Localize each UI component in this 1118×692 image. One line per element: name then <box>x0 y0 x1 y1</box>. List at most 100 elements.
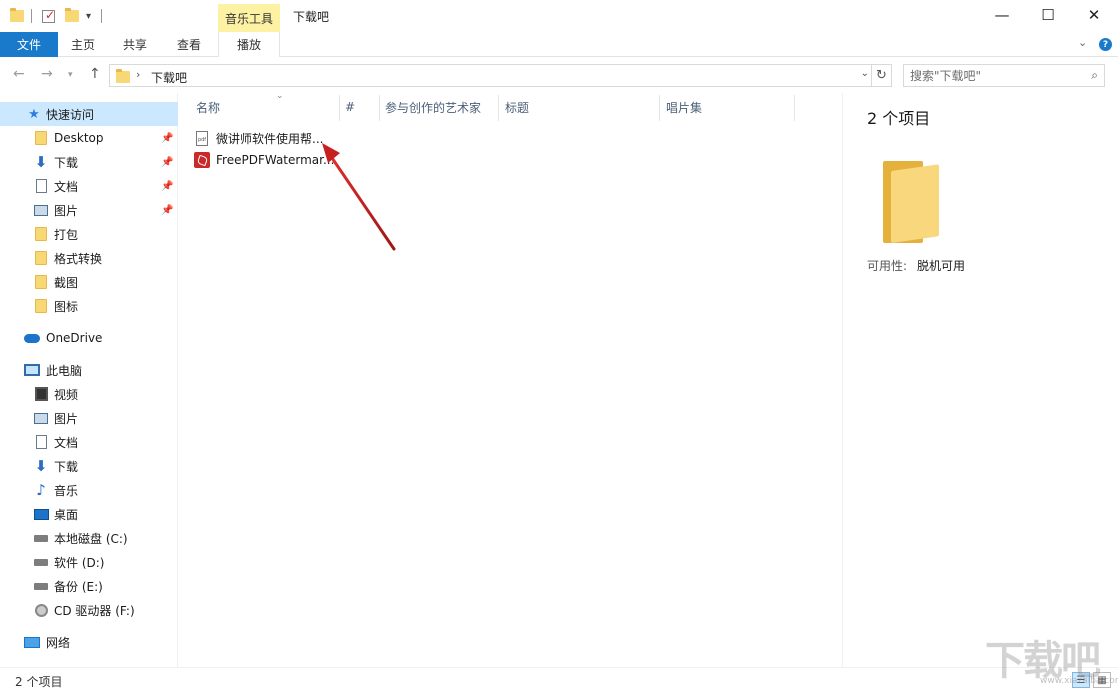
drive-icon <box>33 530 49 546</box>
sidebar-item-drive-c[interactable]: 本地磁盘 (C:) <box>0 526 178 550</box>
sidebar-item-label: 格式转换 <box>54 251 103 266</box>
sidebar-item-downloads-pc[interactable]: ⬇ 下载 <box>0 454 178 478</box>
breadcrumb-chevron-icon: › <box>136 68 141 81</box>
sidebar-item-format-convert[interactable]: 格式转换 <box>0 246 178 270</box>
column-divider[interactable] <box>339 95 340 121</box>
sort-indicator-icon: ⌄ <box>276 91 284 101</box>
pin-icon: 📌 <box>161 132 174 144</box>
sidebar-item-label: 截图 <box>54 275 79 290</box>
expand-ribbon-icon[interactable]: ⌄ <box>1078 36 1087 49</box>
divider <box>101 9 102 23</box>
properties-icon[interactable]: ✓ <box>42 7 55 25</box>
folder-icon <box>33 250 49 266</box>
ribbon-tabs: 文件 主页 共享 查看 播放 ⌄ <box>0 32 1118 57</box>
forward-arrow-icon[interactable]: → <box>41 66 53 82</box>
sidebar-item-screenshots[interactable]: 截图 <box>0 270 178 294</box>
column-header-name[interactable]: 名称 ⌄ <box>196 91 336 121</box>
star-icon: ★ <box>28 106 40 122</box>
tab-share[interactable]: 共享 <box>112 32 158 57</box>
sidebar-item-desktop-pc[interactable]: 桌面 <box>0 502 178 526</box>
file-name: 微讲师软件使用帮... <box>216 131 324 146</box>
address-bar[interactable]: › 下载吧 ⌄ <box>109 64 872 87</box>
minimize-button[interactable]: — <box>979 0 1025 30</box>
sidebar-item-pictures[interactable]: 图片 📌 <box>0 198 178 222</box>
sidebar-item-pictures-pc[interactable]: 图片 <box>0 406 178 430</box>
sidebar-item-music[interactable]: ♪ 音乐 <box>0 478 178 502</box>
refresh-icon[interactable]: ↻ <box>872 64 892 87</box>
sidebar-item-drive-d[interactable]: 软件 (D:) <box>0 550 178 574</box>
sidebar-item-videos[interactable]: 视频 <box>0 382 178 406</box>
breadcrumb[interactable]: 下载吧 <box>151 69 187 86</box>
help-icon[interactable]: ? <box>1099 38 1112 51</box>
column-divider[interactable] <box>379 95 380 121</box>
navigation-bar: ← → ▾ ↑ › 下载吧 ⌄ ↻ ⌕ <box>0 58 1118 93</box>
picture-icon <box>33 202 49 218</box>
tab-play[interactable]: 播放 <box>218 32 280 57</box>
document-icon <box>33 434 49 450</box>
context-group-music-tools: 音乐工具 <box>218 4 280 32</box>
tab-home[interactable]: 主页 <box>60 32 106 57</box>
maximize-button[interactable]: ☐ <box>1025 0 1071 30</box>
up-arrow-icon[interactable]: ↑ <box>89 66 101 82</box>
tab-file[interactable]: 文件 <box>0 32 58 57</box>
sidebar-item-label: 下载 <box>54 155 79 170</box>
network-icon <box>24 634 40 650</box>
tab-view[interactable]: 查看 <box>166 32 212 57</box>
sidebar-item-label: 网络 <box>46 635 71 650</box>
folder-icon <box>116 69 130 83</box>
search-icon[interactable]: ⌕ <box>1091 68 1098 83</box>
sidebar-item-label: 图片 <box>54 411 79 426</box>
sidebar-item-drive-f[interactable]: CD 驱动器 (F:) <box>0 598 178 622</box>
sidebar-item-documents[interactable]: 文档 📌 <box>0 174 178 198</box>
folder-icon <box>883 161 939 243</box>
document-icon <box>33 178 49 194</box>
drive-icon <box>33 554 49 570</box>
column-divider[interactable] <box>794 95 795 121</box>
new-folder-icon[interactable] <box>65 7 79 25</box>
availability-label: 可用性: <box>867 259 908 273</box>
availability-value: 脱机可用 <box>917 259 966 273</box>
sidebar-item-label: 此电脑 <box>46 363 83 378</box>
column-header-title[interactable]: 标题 <box>505 93 625 121</box>
cloud-icon <box>24 330 40 346</box>
sidebar-item-desktop[interactable]: Desktop 📌 <box>0 126 178 150</box>
column-header-album[interactable]: 唱片集 <box>666 93 786 121</box>
sidebar-item-pack[interactable]: 打包 <box>0 222 178 246</box>
pdf-document-icon: pdf <box>194 130 210 147</box>
pin-icon: 📌 <box>161 180 174 192</box>
video-icon <box>33 386 49 402</box>
cd-drive-icon <box>33 602 49 618</box>
sidebar-item-label: 本地磁盘 (C:) <box>54 531 128 546</box>
folder-icon <box>33 130 49 146</box>
sidebar-item-label: 图片 <box>54 203 79 218</box>
close-button[interactable]: ✕ <box>1071 0 1117 30</box>
folder-icon <box>33 274 49 290</box>
customize-toolbar-icon[interactable]: ▾ <box>86 7 91 25</box>
sidebar-item-documents-pc[interactable]: 文档 <box>0 430 178 454</box>
recent-locations-icon[interactable]: ▾ <box>68 70 73 80</box>
column-label: 名称 <box>196 100 221 115</box>
item-count-heading: 2 个项目 <box>867 109 931 128</box>
chevron-down-icon[interactable]: ⌄ <box>861 68 869 79</box>
sidebar-item-downloads[interactable]: ⬇ 下载 📌 <box>0 150 178 174</box>
sidebar-item-quick-access[interactable]: ★ 快速访问 <box>0 102 178 126</box>
sidebar-item-icons[interactable]: 图标 <box>0 294 178 318</box>
search-box[interactable]: ⌕ <box>903 64 1105 87</box>
search-input[interactable] <box>910 68 1080 84</box>
column-header-artists[interactable]: 参与创作的艺术家 <box>385 93 499 121</box>
sidebar-item-network[interactable]: 网络 <box>0 630 178 654</box>
desktop-icon <box>33 506 49 522</box>
back-arrow-icon[interactable]: ← <box>13 66 25 82</box>
sidebar-item-label: OneDrive <box>46 331 103 345</box>
column-header-number[interactable]: # <box>345 93 375 121</box>
watermark-url: www.xiazaiba.com <box>1040 676 1118 686</box>
sidebar-item-onedrive[interactable]: OneDrive <box>0 326 178 350</box>
column-divider[interactable] <box>498 95 499 121</box>
sidebar-item-label: Desktop <box>54 131 104 145</box>
sidebar-item-drive-e[interactable]: 备份 (E:) <box>0 574 178 598</box>
column-divider[interactable] <box>659 95 660 121</box>
sidebar-item-label: 快速访问 <box>46 107 95 122</box>
sidebar-item-this-pc[interactable]: 此电脑 <box>0 358 178 382</box>
navigation-pane: ★ 快速访问 Desktop 📌 ⬇ 下载 📌 文档 📌 图片 📌 打包 格式转… <box>0 93 178 667</box>
file-list: 名称 ⌄ # 参与创作的艺术家 标题 唱片集 pdf 微讲师软件使用帮... F… <box>179 91 842 667</box>
